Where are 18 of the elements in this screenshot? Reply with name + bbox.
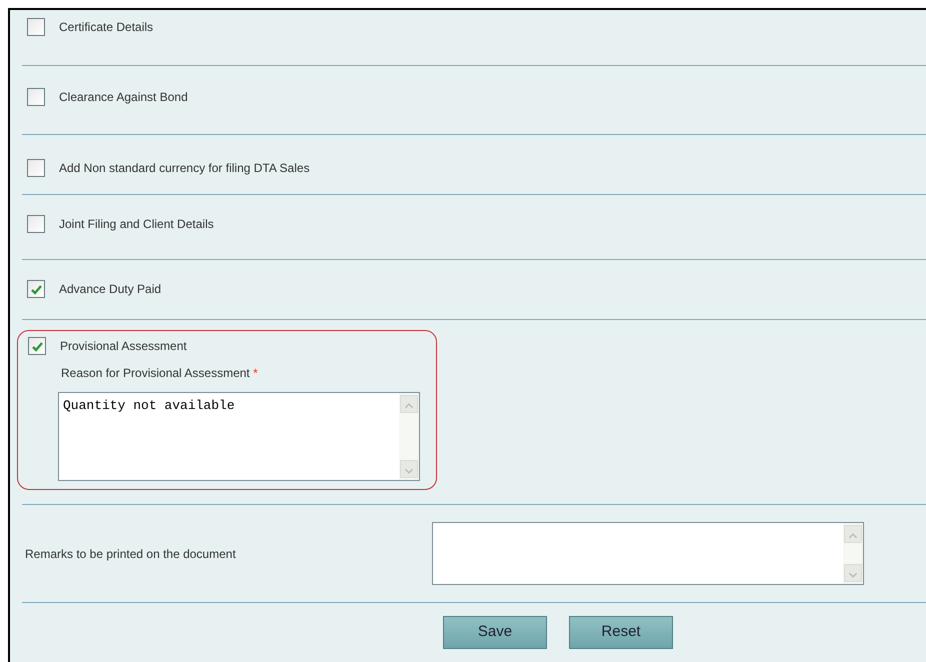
checkbox[interactable] <box>27 280 45 298</box>
field-label: Reason for Provisional Assessment * <box>61 365 259 382</box>
checkbox[interactable] <box>27 18 45 36</box>
checkmark-icon <box>30 282 42 296</box>
option-label: Certificate Details <box>59 19 154 36</box>
option-label: Provisional Assessment <box>60 338 187 355</box>
option-label: Clearance Against Bond <box>59 89 188 106</box>
option-label: Add Non standard currency for filing DTA Sales <box>59 160 310 177</box>
checkmark-icon <box>30 340 44 352</box>
option-label: Advance Duty Paid <box>59 281 162 298</box>
checkbox[interactable] <box>27 88 45 106</box>
save-button[interactable]: Save <box>443 616 547 649</box>
reset-button[interactable]: Reset <box>569 616 673 649</box>
checkbox[interactable] <box>27 159 45 177</box>
checkbox[interactable] <box>27 215 45 233</box>
option-label: Joint Filing and Client Details <box>59 216 214 233</box>
checkbox[interactable] <box>28 337 46 355</box>
remarks-label: Remarks to be printed on the document <box>25 546 237 562</box>
